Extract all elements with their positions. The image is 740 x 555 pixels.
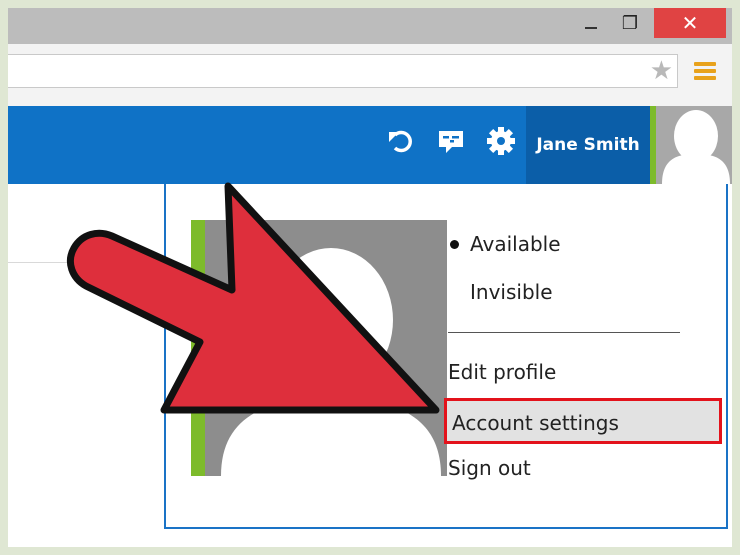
avatar-icon — [221, 248, 441, 476]
profile-picture[interactable] — [191, 220, 447, 476]
maximize-icon: ❐ — [621, 12, 639, 34]
content-divider — [8, 262, 164, 263]
window-title-bar: ❐ ✕ — [8, 8, 732, 44]
avatar-icon — [662, 110, 730, 184]
menu-item-account-settings[interactable]: Account settings — [444, 398, 722, 444]
menu-divider — [448, 332, 680, 333]
address-bar[interactable]: ★ — [8, 54, 678, 88]
maximize-button[interactable]: ❐ — [612, 8, 648, 38]
minimize-button[interactable] — [574, 8, 608, 38]
app-header: Jane Smith — [8, 106, 732, 184]
browser-toolbar: ★ — [8, 44, 732, 106]
gear-icon[interactable] — [486, 126, 516, 156]
hamburger-menu-icon[interactable] — [694, 62, 716, 84]
status-dot-icon — [450, 240, 459, 249]
menu-item-available[interactable]: Available — [470, 224, 561, 264]
avatar[interactable] — [656, 106, 732, 184]
menu-item-sign-out[interactable]: Sign out — [448, 448, 531, 488]
browser-window: ❐ ✕ ★ Jane Smith Available Invisible Edi… — [8, 8, 732, 547]
minimize-icon — [585, 27, 597, 29]
page-content — [8, 184, 164, 547]
star-icon[interactable]: ★ — [650, 57, 673, 85]
menu-item-edit-profile[interactable]: Edit profile — [448, 352, 556, 392]
close-button[interactable]: ✕ — [654, 8, 726, 38]
account-dropdown: Available Invisible Edit profile Account… — [164, 184, 728, 529]
menu-item-invisible[interactable]: Invisible — [470, 272, 553, 312]
undo-icon[interactable] — [386, 126, 416, 156]
feedback-chat-icon[interactable] — [436, 126, 466, 156]
close-icon: ✕ — [681, 11, 699, 35]
user-name-button[interactable]: Jane Smith — [526, 106, 650, 184]
